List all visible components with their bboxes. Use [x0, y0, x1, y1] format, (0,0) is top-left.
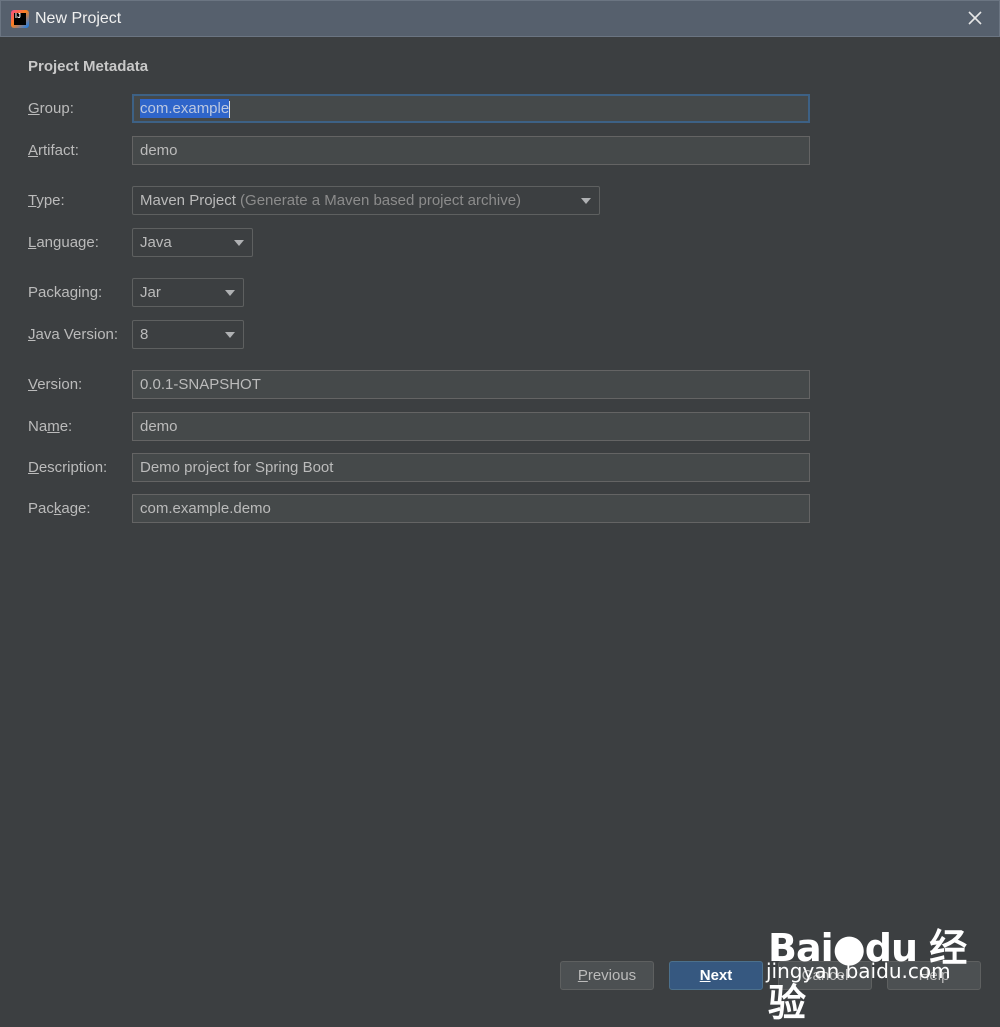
close-button[interactable]	[965, 8, 985, 28]
chevron-down-icon	[581, 198, 591, 204]
package-input[interactable]: com.example.demo	[132, 494, 810, 523]
type-value: Maven Project	[140, 192, 236, 209]
artifact-label: Artifact:	[28, 142, 79, 159]
language-dropdown[interactable]: Java	[132, 228, 253, 257]
packaging-label: Packaging:	[28, 284, 103, 301]
next-button[interactable]: Next	[669, 961, 763, 990]
java-version-value: 8	[140, 326, 149, 343]
version-input[interactable]: 0.0.1-SNAPSHOT	[132, 370, 810, 399]
version-label: Version:	[28, 376, 83, 393]
language-value: Java	[140, 234, 172, 251]
chevron-down-icon	[225, 332, 235, 338]
selected-text: com.example	[140, 99, 230, 118]
description-input[interactable]: Demo project for Spring Boot	[132, 453, 810, 482]
packaging-value: Jar	[140, 284, 161, 301]
intellij-idea-icon: IJ	[11, 10, 29, 28]
help-button[interactable]: Help	[887, 961, 981, 990]
chevron-down-icon	[234, 240, 244, 246]
package-label: Package:	[28, 500, 91, 517]
language-label: Language:	[28, 234, 99, 251]
previous-button[interactable]: Previous	[560, 961, 654, 990]
description-label: Description:	[28, 459, 108, 476]
java-version-dropdown[interactable]: 8	[132, 320, 244, 349]
type-hint: (Generate a Maven based project archive)	[240, 192, 522, 209]
section-title: Project Metadata	[28, 58, 149, 75]
type-label: Type:	[28, 192, 65, 209]
type-dropdown[interactable]: Maven Project (Generate a Maven based pr…	[132, 186, 600, 215]
artifact-input[interactable]: demo	[132, 136, 810, 165]
java-version-label: Java Version:	[28, 326, 119, 343]
title-bar: IJ New Project	[0, 0, 1000, 37]
chevron-down-icon	[225, 290, 235, 296]
packaging-dropdown[interactable]: Jar	[132, 278, 244, 307]
text-caret	[229, 100, 231, 118]
group-input[interactable]: com.example	[132, 94, 810, 123]
window-title: New Project	[35, 10, 122, 27]
group-label: Group:	[28, 100, 74, 117]
name-input[interactable]: demo	[132, 412, 810, 441]
cancel-button[interactable]: Cancel	[778, 961, 872, 990]
close-icon	[968, 11, 982, 25]
name-label: Name:	[28, 418, 73, 435]
